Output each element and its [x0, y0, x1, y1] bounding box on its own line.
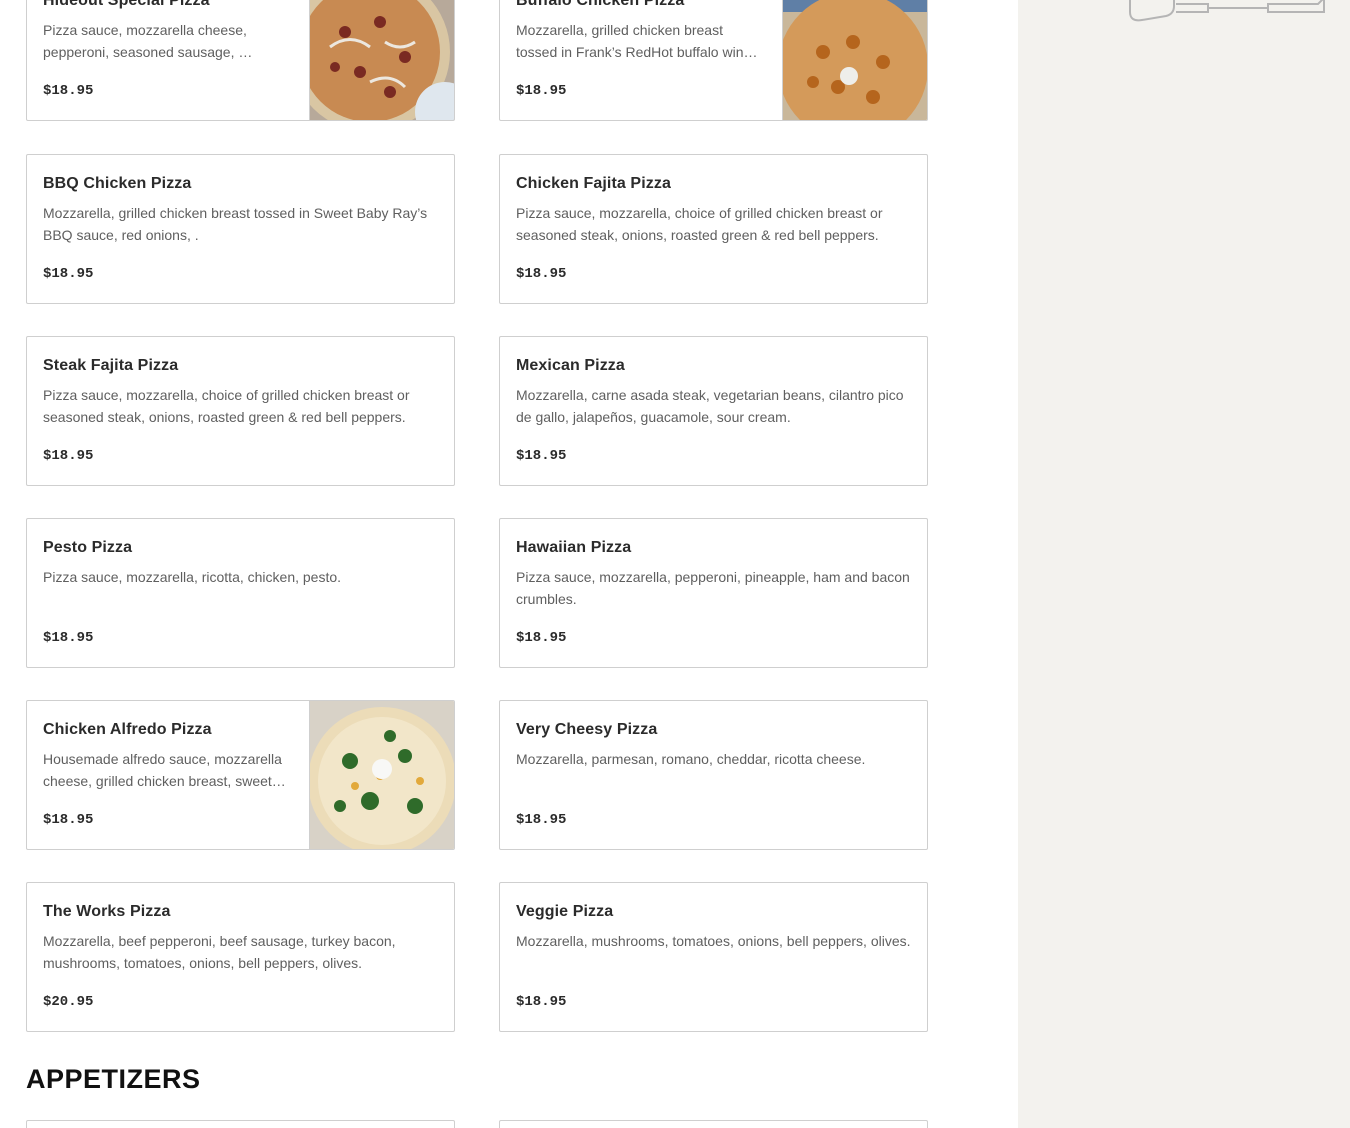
menu-item-card-very-cheesy-pizza[interactable]: Very Cheesy Pizza Mozzarella, parmesan, …: [499, 700, 928, 850]
menu-item-card[interactable]: [499, 1120, 928, 1128]
menu-item-card-chicken-fajita-pizza[interactable]: Chicken Fajita Pizza Pizza sauce, mozzar…: [499, 154, 928, 304]
menu-item-price: $18.95: [43, 83, 94, 99]
menu-item-name: Chicken Fajita Pizza: [516, 175, 671, 192]
menu-item-name: Pesto Pizza: [43, 539, 133, 556]
menu-item-name: BBQ Chicken Pizza: [43, 175, 192, 192]
menu-item-description: Mozzarella, grilled chicken breast tosse…: [516, 22, 758, 60]
menu-item-description: Mozzarella, grilled chicken breast tosse…: [43, 205, 428, 243]
menu-item-description: Pizza sauce, mozzarella, ricotta, chicke…: [43, 569, 342, 585]
menu-item-card-veggie-pizza[interactable]: Veggie Pizza Mozzarella, mushrooms, toma…: [499, 882, 928, 1032]
menu-item-card-chicken-alfredo-pizza[interactable]: Chicken Alfredo Pizza Housemade alfredo …: [26, 700, 455, 850]
menu-item-card-mexican-pizza[interactable]: Mexican Pizza Mozzarella, carne asada st…: [499, 336, 928, 486]
menu-item-card-the-works-pizza[interactable]: The Works Pizza Mozzarella, beef peppero…: [26, 882, 455, 1032]
menu-item-card-bbq-chicken-pizza[interactable]: BBQ Chicken Pizza Mozzarella, grilled ch…: [26, 154, 455, 304]
menu-item-price: $18.95: [516, 812, 567, 828]
menu-item-name: Steak Fajita Pizza: [43, 357, 179, 374]
menu-item-name: Chicken Alfredo Pizza: [43, 721, 212, 738]
menu-item-name: Very Cheesy Pizza: [516, 721, 658, 738]
menu-item-name: Mexican Pizza: [516, 357, 625, 374]
menu-item-price: $18.95: [516, 630, 567, 646]
menu-item-photo: [308, 701, 454, 849]
menu-item-price: $18.95: [516, 448, 567, 464]
menu-item-card-buffalo-chicken-pizza[interactable]: Buffalo Chicken Pizza Mozzarella, grille…: [499, 0, 928, 121]
menu-item-card-pesto-pizza[interactable]: Pesto Pizza Pizza sauce, mozzarella, ric…: [26, 518, 455, 668]
menu-item-name: The Works Pizza: [43, 903, 171, 920]
menu-item-photo: [290, 0, 454, 120]
menu-item-description: Mozzarella, parmesan, romano, cheddar, r…: [516, 751, 866, 767]
menu-item-card[interactable]: [26, 1120, 455, 1128]
menu-item-description: Pizza sauce, mozzarella, choice of grill…: [43, 387, 410, 425]
menu-item-card-steak-fajita-pizza[interactable]: Steak Fajita Pizza Pizza sauce, mozzarel…: [26, 336, 455, 486]
menu-item-price: $18.95: [516, 83, 567, 99]
cart-sidebar: [1018, 0, 1350, 1128]
menu-item-description: Housemade alfredo sauce, mozzarella chee…: [43, 751, 286, 789]
menu-item-description: Mozzarella, carne asada steak, vegetaria…: [516, 387, 904, 425]
menu-item-price: $18.95: [43, 266, 94, 282]
menu-item-name: Buffalo Chicken Pizza: [516, 0, 685, 9]
section-heading-appetizers: APPETIZERS: [26, 1064, 201, 1094]
menu-item-description: Mozzarella, mushrooms, tomatoes, onions,…: [516, 933, 911, 949]
menu-item-description: Pizza sauce, mozzarella, choice of grill…: [516, 205, 883, 243]
menu-item-description: Mozzarella, beef pepperoni, beef sausage…: [43, 933, 396, 971]
menu-item-name: Hideout Special Pizza: [43, 0, 210, 9]
menu-item-price: $18.95: [43, 812, 94, 828]
menu-item-description: Pizza sauce, mozzarella, pepperoni, pine…: [516, 569, 910, 607]
menu-item-description: Pizza sauce, mozzarella cheese, pepperon…: [43, 22, 253, 60]
menu-page: Hideout Special Pizza Pizza sauce, mozza…: [0, 0, 1350, 1128]
empty-cart-illustration: [1129, 0, 1325, 22]
menu-item-card-hideout-special-pizza[interactable]: Hideout Special Pizza Pizza sauce, mozza…: [26, 0, 455, 121]
menu-item-name: Hawaiian Pizza: [516, 539, 632, 556]
menu-item-price: $18.95: [43, 630, 94, 646]
menu-item-name: Veggie Pizza: [516, 903, 614, 920]
menu-item-photo: [778, 0, 927, 120]
menu-item-price: $20.95: [43, 994, 94, 1010]
menu-item-price: $18.95: [516, 266, 567, 282]
menu-item-card-hawaiian-pizza[interactable]: Hawaiian Pizza Pizza sauce, mozzarella, …: [499, 518, 928, 668]
menu-item-price: $18.95: [516, 994, 567, 1010]
menu-item-price: $18.95: [43, 448, 94, 464]
